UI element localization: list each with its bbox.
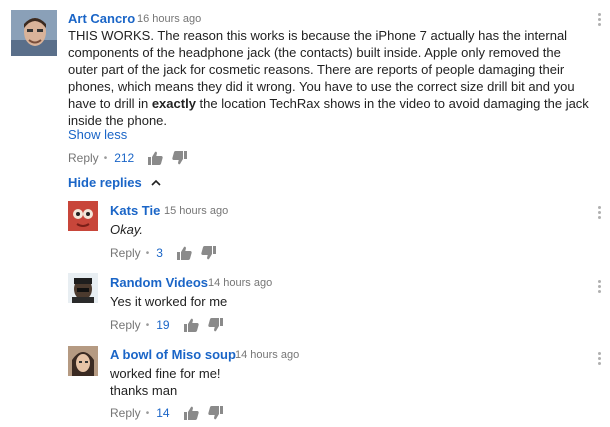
thumbs-down-icon[interactable]	[172, 151, 188, 165]
comment-text-line: phones, which means they did it wrong. Y…	[68, 79, 575, 94]
reply-comment: A bowl of Miso soup 14 hours ago worked …	[0, 342, 610, 427]
comment-text: worked fine for me! thanks man	[110, 365, 221, 399]
show-less-link[interactable]: Show less	[68, 127, 127, 142]
comment-timestamp[interactable]: 14 hours ago	[235, 349, 299, 361]
comment-text-line: worked fine for me!	[110, 366, 221, 381]
comment-text: THIS WORKS. The reason this works is bec…	[68, 27, 598, 129]
more-vertical-icon[interactable]	[596, 352, 602, 368]
avatar[interactable]	[68, 273, 98, 303]
comment-author[interactable]: Kats Tie	[110, 203, 160, 218]
thumbs-down-icon[interactable]	[207, 406, 223, 420]
avatar[interactable]	[68, 201, 98, 231]
comment-actions: Reply • 19	[110, 317, 232, 333]
main-comment: Art Cancro 16 hours ago THIS WORKS. The …	[0, 0, 610, 195]
thumbs-up-icon[interactable]	[148, 151, 163, 165]
separator-dot: •	[145, 319, 150, 331]
more-vertical-icon[interactable]	[596, 206, 602, 222]
reply-comment: Kats Tie 15 hours ago Okay. Reply • 3	[0, 198, 610, 268]
comment-text-line: THIS WORKS. The reason this works is bec…	[68, 28, 568, 43]
comment-text-segment: the location TechRax shows in the video …	[195, 96, 589, 111]
separator-dot: •	[145, 407, 150, 419]
comment-author[interactable]: Random Videos	[110, 275, 208, 290]
comment-text: Okay.	[110, 222, 143, 237]
hide-replies-toggle[interactable]: Hide replies	[68, 174, 161, 192]
like-count: 3	[156, 246, 163, 260]
comment-author[interactable]: A bowl of Miso soup	[110, 347, 236, 362]
comment-timestamp[interactable]: 15 hours ago	[164, 205, 228, 217]
comment-actions: Reply • 212	[68, 150, 196, 166]
comment-text-line: outer part of the jack for cosmetic reas…	[68, 62, 565, 77]
thumbs-up-icon[interactable]	[183, 406, 199, 420]
avatar[interactable]	[68, 346, 98, 376]
reply-button[interactable]: Reply	[110, 318, 141, 332]
comment-text-line: components of the headphone jack (the co…	[68, 45, 561, 60]
comment-text: Yes it worked for me	[110, 294, 228, 309]
thumbs-down-icon[interactable]	[201, 246, 216, 260]
comment-text-line: thanks man	[110, 383, 178, 398]
thumbs-down-icon[interactable]	[207, 318, 223, 332]
comment-author[interactable]: Art Cancro	[68, 11, 135, 26]
like-count: 19	[156, 318, 170, 332]
reply-button[interactable]: Reply	[110, 246, 141, 260]
avatar[interactable]	[11, 10, 57, 56]
more-vertical-icon[interactable]	[596, 280, 602, 296]
comment-text-line: inside the phone.	[68, 113, 168, 128]
like-count: 212	[114, 151, 135, 165]
comment-text-segment: have to drill in	[68, 96, 152, 111]
comment-actions: Reply • 14	[110, 405, 232, 421]
comment-text-emphasis: exactly	[151, 96, 196, 111]
like-count: 14	[156, 406, 170, 420]
chevron-up-icon[interactable]	[151, 179, 161, 186]
comment-actions: Reply • 3	[110, 245, 225, 261]
thumbs-up-icon[interactable]	[176, 246, 192, 260]
reply-button[interactable]: Reply	[110, 406, 141, 420]
comment-timestamp[interactable]: 14 hours ago	[208, 277, 272, 289]
reply-button[interactable]: Reply	[68, 151, 99, 165]
comment-timestamp[interactable]: 16 hours ago	[137, 13, 201, 25]
separator-dot: •	[103, 152, 108, 164]
thumbs-up-icon[interactable]	[183, 318, 199, 332]
comment-text-line: have to drill in exactly the location Te…	[68, 95, 598, 112]
reply-comment: Random Videos 14 hours ago Yes it worked…	[0, 270, 610, 342]
hide-replies-label[interactable]: Hide replies	[68, 175, 142, 190]
separator-dot: •	[145, 247, 150, 259]
